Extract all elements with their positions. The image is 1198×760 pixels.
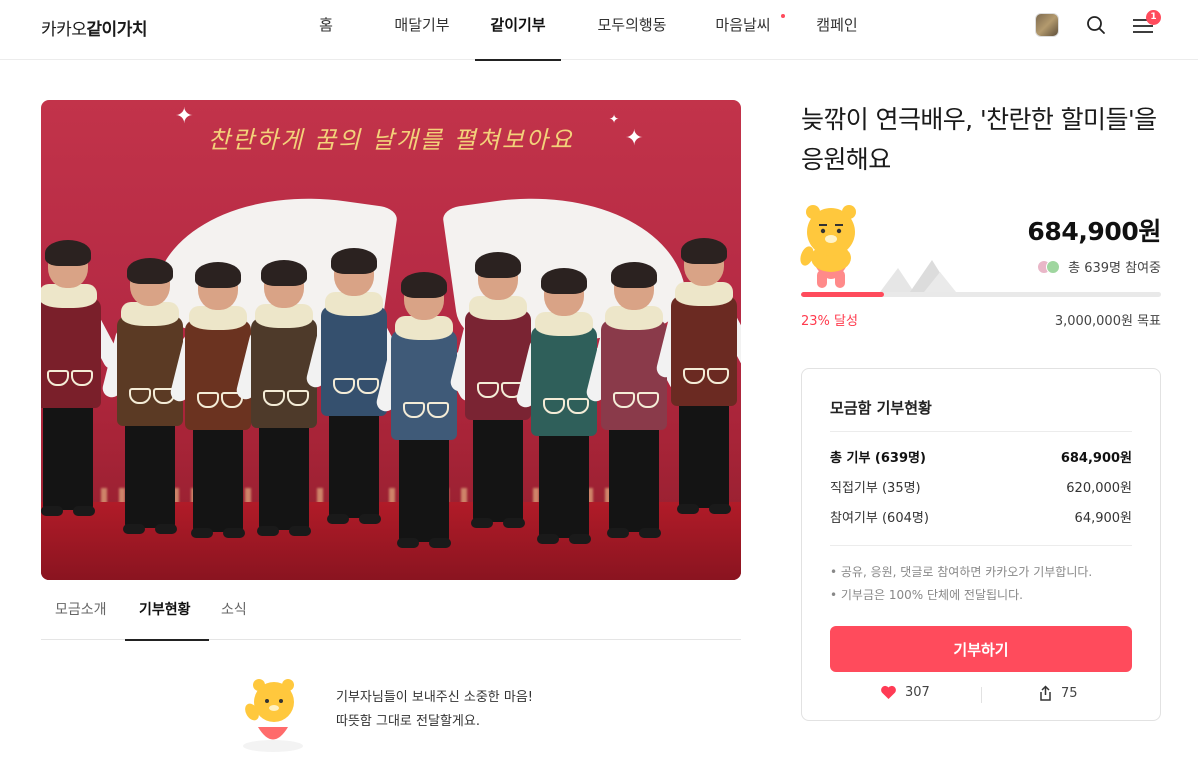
logo-text-bold: 같이가치 [86,20,147,40]
tab-news[interactable]: 소식 [221,590,261,640]
progress-bar [801,292,1161,297]
performer [41,100,125,580]
avatar[interactable] [1035,13,1059,37]
tab-introduction[interactable]: 모금소개 [55,590,111,640]
search-icon[interactable] [1086,15,1106,35]
nav-campaign[interactable]: 캠페인 [807,0,867,60]
donate-button[interactable]: 기부하기 [830,626,1132,672]
ryan-character-icon [800,205,856,288]
donation-status-card: 모금함 기부현황 총 기부 (639명) 684,900원 직접기부 (35명) 6… [801,368,1161,721]
progress-percent: 23% 달성 [801,314,858,329]
logo[interactable]: 카카오같이가치 [41,15,147,40]
new-dot-icon [781,14,785,18]
divider [981,687,982,703]
nav-together-donation[interactable]: 같이기부 [475,0,561,61]
campaign-photo: 찬란하게 꿈의 날개를 펼쳐보아요 ✦ ✦ ✦ [41,100,741,580]
raised-amount: 684,900원 [1027,217,1161,246]
heart-icon [881,685,896,699]
total-donation-row: 총 기부 (639명) 684,900원 [830,451,1132,466]
nav-monthly-donation[interactable]: 매달기부 [383,0,461,60]
note-kakao-donates: • 공유, 응원, 댓글로 참여하면 카카오가 기부합니다. [830,565,1093,579]
nav-everyone-action[interactable]: 모두의행동 [587,0,677,60]
ryan-character-icon [243,679,303,752]
logo-text-light: 카카오 [41,20,87,40]
content-tabs: 모금소개 기부현황 소식 [41,590,741,641]
nav-mind-weather[interactable]: 마음날씨 [707,0,785,60]
participant-avatars [1037,259,1061,274]
participation-donation-row: 참여기부 (604명) 64,900원 [830,511,1132,526]
like-count: 307 [905,685,930,700]
divider [830,431,1132,432]
nav-home[interactable]: 홈 [300,0,352,60]
goal-amount: 3,000,000원 목표 [1054,314,1161,329]
action-bar: 307 75 [830,685,1132,707]
thanks-line-1: 기부자님들이 보내주신 소중한 마음! [336,690,534,705]
like-button[interactable]: 307 [880,685,930,700]
performer [654,100,741,580]
mountain-decoration-icon [880,260,956,292]
direct-donation-row: 직접기부 (35명) 620,000원 [830,481,1132,496]
thanks-line-2: 따뜻함 그대로 전달할게요. [336,714,480,729]
note-full-delivery: • 기부금은 100% 단체에 전달됩니다. [830,588,1023,602]
share-icon [1040,685,1051,701]
campaign-title: 늦깎이 연극배우, '찬란한 할미들'을 응원해요 [801,105,1157,174]
tab-donation-status[interactable]: 기부현황 [125,590,209,641]
share-count: 75 [1061,686,1078,701]
progress-fill [801,292,884,297]
divider [830,545,1132,546]
card-title: 모금함 기부현황 [830,399,932,417]
top-header: 카카오같이가치 홈 매달기부 같이기부 모두의행동 마음날씨 캠페인 1 [0,0,1198,61]
main-nav: 홈 매달기부 같이기부 모두의행동 마음날씨 캠페인 [300,0,867,61]
participants-count: 총 639명 참여중 [1037,257,1161,276]
share-button[interactable]: 75 [1038,685,1078,702]
notification-badge: 1 [1146,10,1161,25]
